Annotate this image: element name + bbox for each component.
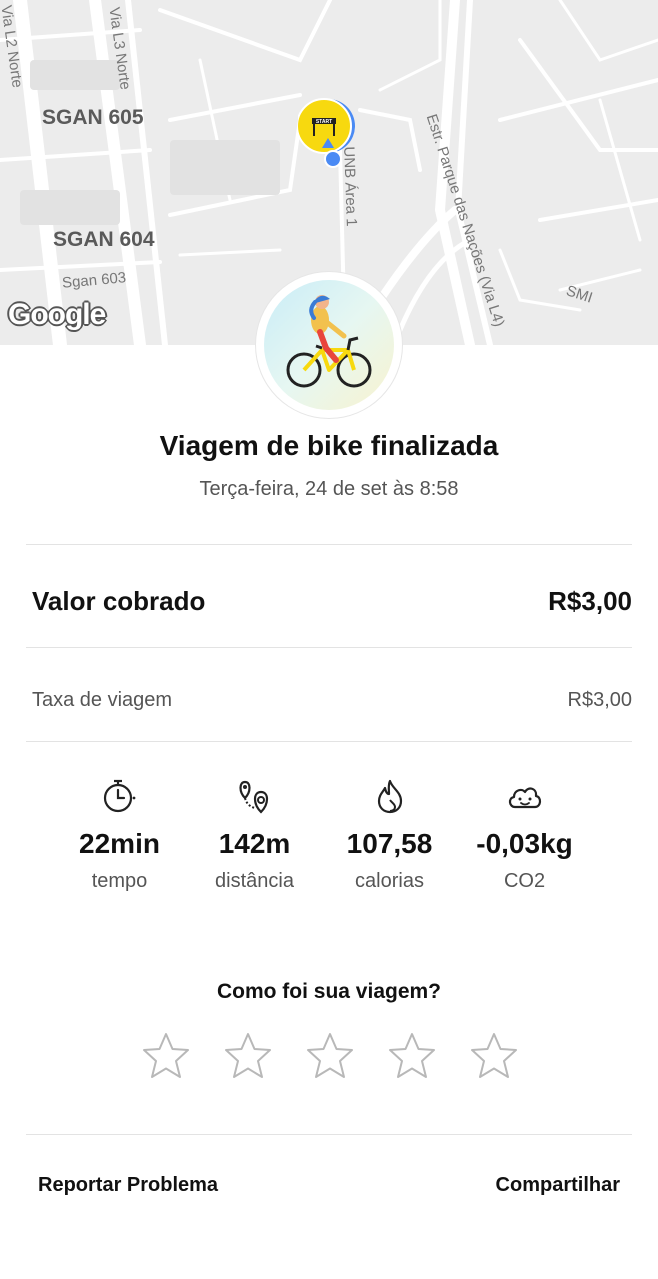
stat-value: 142m	[218, 828, 291, 859]
stat-label: tempo	[91, 870, 148, 892]
divider	[26, 1134, 632, 1135]
map-label-sgan605: SGAN 605	[42, 106, 144, 129]
start-marker-icon[interactable]: START	[298, 96, 360, 168]
stat-calories: 107,58 calorias	[322, 776, 457, 893]
trip-stats: 22min tempo 142m distância 107,58 calori…	[52, 776, 592, 893]
cloud-face-icon	[508, 787, 541, 809]
star-5-icon[interactable]	[468, 1030, 520, 1082]
stopwatch-icon	[103, 779, 135, 813]
share-button[interactable]: Compartilhar	[496, 1174, 620, 1197]
stat-distance: 142m distância	[187, 776, 322, 893]
rating-question: Como foi sua viagem?	[216, 980, 442, 1003]
divider	[26, 544, 632, 545]
total-charge-value: R$3,00	[548, 586, 632, 616]
star-1-icon[interactable]	[140, 1030, 192, 1082]
stat-label: CO2	[503, 870, 546, 892]
trip-title: Viagem de bike finalizada	[159, 430, 499, 461]
stat-co2: -0,03kg CO2	[457, 776, 592, 893]
stat-time: 22min tempo	[52, 776, 187, 893]
stat-value: 107,58	[346, 828, 433, 859]
trip-fee-row: Taxa de viagem R$3,00	[32, 689, 632, 712]
star-2-icon[interactable]	[222, 1030, 274, 1082]
report-problem-button[interactable]: Reportar Problema	[38, 1174, 218, 1197]
cyclist-icon	[286, 295, 372, 388]
trip-fee-label: Taxa de viagem	[32, 689, 173, 711]
star-rating[interactable]	[140, 1030, 520, 1082]
bike-illustration	[264, 280, 394, 410]
divider	[26, 647, 632, 648]
stat-value: 22min	[79, 828, 160, 859]
star-4-icon[interactable]	[386, 1030, 438, 1082]
total-charge-row: Valor cobrado R$3,00	[32, 586, 632, 617]
google-logo: Google	[8, 298, 106, 331]
flame-icon	[377, 779, 402, 814]
divider	[26, 741, 632, 742]
stat-label: calorias	[355, 870, 424, 892]
star-3-icon[interactable]	[304, 1030, 356, 1082]
trip-fee-value: R$3,00	[567, 689, 633, 711]
svg-text:START: START	[316, 119, 332, 125]
trip-datetime: Terça-feira, 24 de set às 8:58	[199, 478, 459, 500]
route-pin-icon	[238, 780, 268, 814]
footer-actions: Reportar Problema Compartilhar	[38, 1174, 620, 1197]
stat-value: -0,03kg	[476, 828, 573, 859]
bike-avatar	[256, 272, 402, 418]
stat-label: distância	[215, 870, 294, 892]
total-charge-label: Valor cobrado	[32, 586, 206, 616]
map-label-sgan604: SGAN 604	[53, 228, 155, 251]
